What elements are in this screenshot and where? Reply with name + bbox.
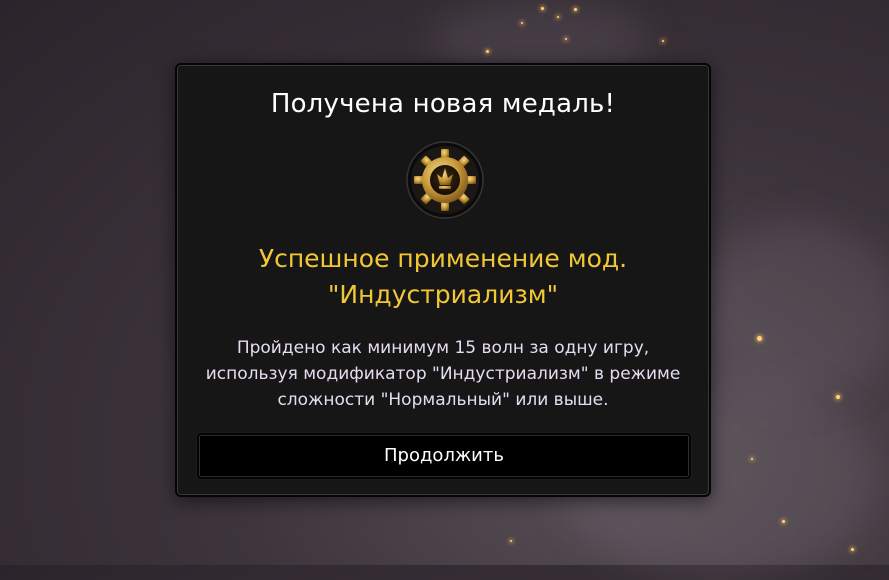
spark: [565, 38, 567, 40]
spark: [662, 40, 664, 42]
spark: [521, 22, 523, 24]
continue-button[interactable]: Продолжить: [197, 433, 691, 479]
spark: [836, 395, 840, 399]
spark: [510, 540, 512, 542]
spark: [751, 458, 753, 460]
spark: [782, 520, 785, 523]
medal-dialog: Получена новая медаль! Успешное применен…: [175, 63, 711, 497]
gear-medal-icon: [406, 141, 484, 219]
spark: [486, 50, 489, 53]
spark: [574, 8, 577, 11]
spark: [557, 16, 559, 18]
spark: [851, 548, 854, 551]
medal-description: Пройдено как минимум 15 волн за одну игр…: [205, 338, 681, 410]
spark: [757, 336, 762, 341]
dialog-title: Получена новая медаль!: [270, 89, 616, 119]
spark: [541, 7, 544, 10]
medal-name: Успешное применение мод. "Индустриализм": [258, 244, 628, 309]
smoke-cloud: [700, 220, 889, 400]
